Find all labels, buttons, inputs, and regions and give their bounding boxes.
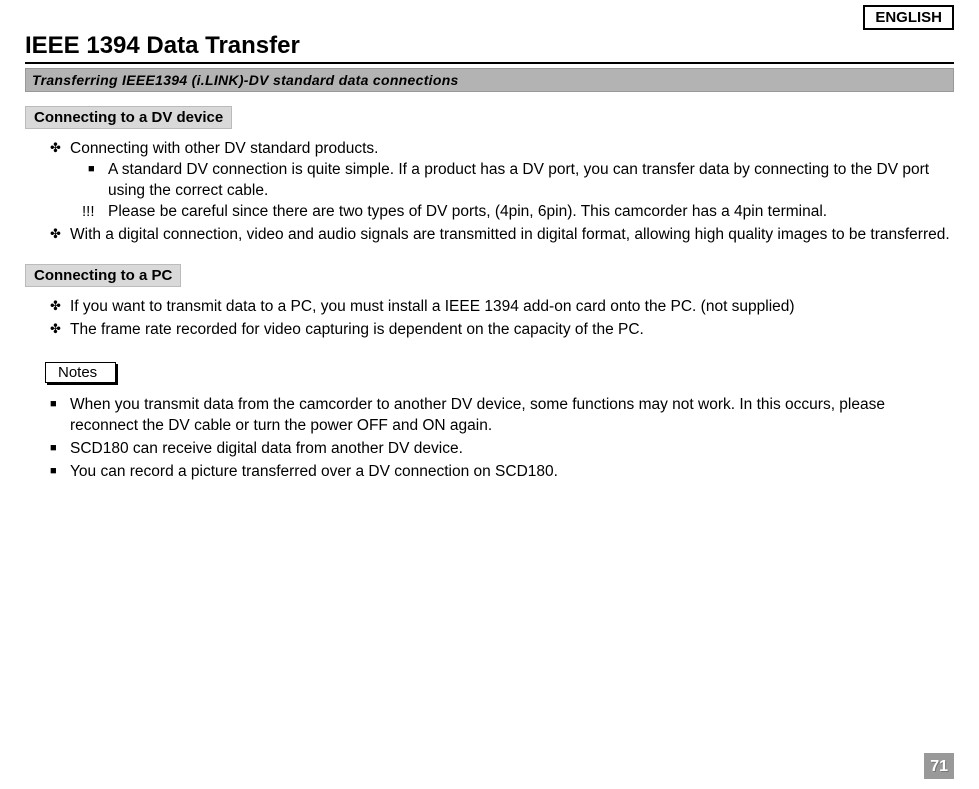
page-title: IEEE 1394 Data Transfer (25, 32, 954, 60)
notes-label-box: Notes (45, 362, 116, 383)
list-item: If you want to transmit data to a PC, yo… (50, 297, 954, 318)
notes-list: When you transmit data from the camcorde… (25, 395, 954, 483)
subtitle-bar: Transferring IEEE1394 (i.LINK)-DV standa… (25, 68, 954, 92)
list-item: The frame rate recorded for video captur… (50, 320, 954, 341)
section-connecting-dv: Connecting to a DV device Connecting wit… (25, 106, 954, 246)
page-number: 71 (924, 753, 954, 779)
title-underline (25, 62, 954, 64)
dv-sublist: A standard DV connection is quite simple… (70, 160, 954, 223)
section-connecting-pc: Connecting to a PC If you want to transm… (25, 264, 954, 341)
list-item: SCD180 can receive digital data from ano… (50, 439, 954, 460)
list-item: A standard DV connection is quite simple… (88, 160, 954, 202)
language-tag: ENGLISH (863, 5, 954, 30)
list-item: With a digital connection, video and aud… (50, 225, 954, 246)
list-item: Connecting with other DV standard produc… (50, 139, 954, 223)
pc-list: If you want to transmit data to a PC, yo… (25, 297, 954, 341)
list-item: You can record a picture transferred ove… (50, 462, 954, 483)
section-heading-dv: Connecting to a DV device (25, 106, 232, 129)
section-heading-pc: Connecting to a PC (25, 264, 181, 287)
dv-list: Connecting with other DV standard produc… (25, 139, 954, 246)
list-item: Please be careful since there are two ty… (88, 202, 954, 223)
list-item-text: Connecting with other DV standard produc… (70, 140, 378, 157)
list-item: When you transmit data from the camcorde… (50, 395, 954, 437)
